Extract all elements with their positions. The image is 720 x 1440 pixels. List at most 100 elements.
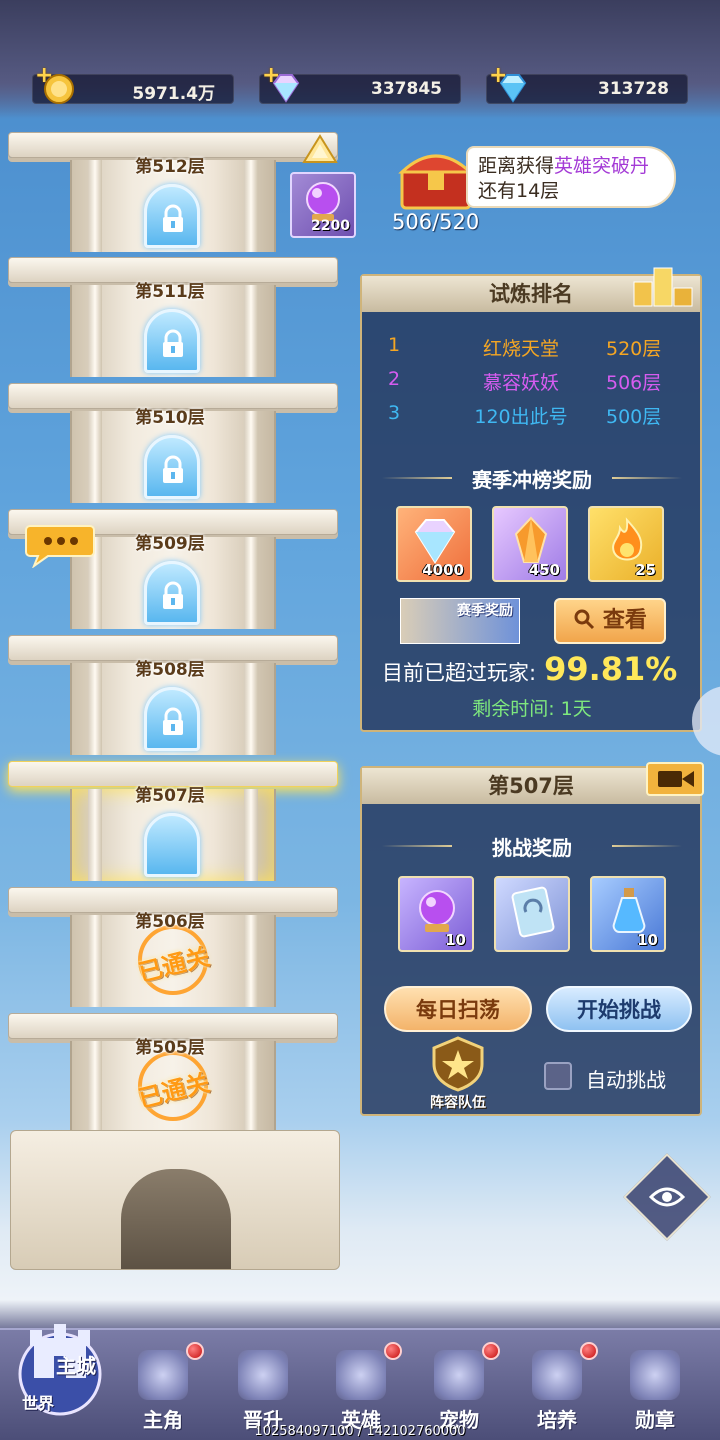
tower-base: [10, 1130, 340, 1270]
trial-tower: 第512层 第511层 第510层 第509层 第508层 第507层 已通关 …: [0, 110, 350, 1270]
treasure-chest-icon[interactable]: [398, 146, 474, 212]
ranking-row[interactable]: 3 120出此号 500层: [362, 396, 702, 430]
rainbow-diamond-icon: [272, 74, 300, 103]
team-lineup-button[interactable]: 阵容队伍: [418, 1036, 498, 1111]
rank-number: 2: [388, 368, 401, 390]
floor-label: 第511层: [135, 282, 205, 302]
tower-floor-508[interactable]: 第508层: [0, 629, 350, 755]
tower-floor-507[interactable]: 第507层: [0, 755, 350, 881]
video-camera-icon: [658, 771, 694, 787]
notification-badge: [580, 1342, 598, 1360]
item-count: 450: [528, 561, 560, 579]
floor-reward-chip[interactable]: 2200: [290, 172, 356, 238]
footer-ids: 102584097100 / 142102760000: [254, 1424, 466, 1439]
podium-icon[interactable]: [632, 264, 694, 308]
lock-icon: [163, 581, 183, 609]
floor-reward-count: 2200: [311, 218, 350, 234]
ranking-row[interactable]: 1 红烧天堂 520层: [362, 328, 702, 362]
tower-gate: [121, 1169, 231, 1269]
eye-emblem-icon: [648, 1187, 686, 1207]
daily-sweep-button[interactable]: 每日扫荡: [384, 986, 532, 1032]
season-reward-title: 赛季冲榜奖励: [362, 464, 702, 493]
search-icon: [574, 609, 595, 630]
medal-wreath-icon: [630, 1350, 680, 1400]
hero-profile-icon: [138, 1350, 188, 1400]
rank-player-name: 红烧天堂: [482, 338, 559, 360]
skill-card-icon: [511, 886, 555, 938]
lock-icon: [163, 455, 183, 483]
season-reward-thumbnail[interactable]: 赛季奖励: [400, 598, 520, 644]
rank-player-name: 慕容妖妖: [482, 372, 559, 394]
notification-badge: [384, 1342, 402, 1360]
lock-icon: [163, 329, 183, 357]
item-count: 10: [445, 931, 466, 949]
purple-orb-icon: [419, 890, 455, 932]
floor-label: 第509层: [135, 534, 205, 554]
tower-floor-506[interactable]: 已通关 第506层: [0, 881, 350, 1007]
season-reward-item[interactable]: 4000: [396, 506, 472, 582]
potion-bottle-icon: [612, 888, 646, 933]
floor-label: 第510层: [135, 408, 205, 428]
rank-level: 500层: [606, 406, 662, 428]
challenge-reward-item[interactable]: 10: [398, 876, 474, 952]
gold-value: 5971.4万: [132, 84, 215, 104]
surpass-label: 目前已超过玩家:: [382, 661, 537, 685]
view-button[interactable]: 查看: [554, 598, 666, 644]
replay-video-button[interactable]: [646, 762, 704, 796]
lock-icon: [163, 204, 183, 232]
lock-icon: [163, 707, 183, 735]
map-switch-button[interactable]: [623, 1153, 711, 1241]
chest-tip-prefix: 距离获得: [478, 155, 555, 177]
ranking-row[interactable]: 2 慕容妖妖 506层: [362, 362, 702, 396]
rank-level: 520层: [606, 338, 662, 360]
chest-progress: 506/520: [392, 210, 480, 234]
floor-label: 第505层: [135, 1038, 205, 1058]
view-button-label: 查看: [602, 608, 647, 633]
rank-level: 506层: [606, 372, 662, 394]
item-count: 4000: [422, 561, 464, 579]
rank-number: 1: [388, 334, 401, 356]
auto-challenge-label: 自动挑战: [586, 1068, 666, 1092]
notification-badge: [186, 1342, 204, 1360]
chest-tip-item: 英雄突破丹: [554, 155, 650, 177]
auto-challenge-checkbox[interactable]: [544, 1062, 572, 1090]
challenge-reward-item[interactable]: 10: [590, 876, 666, 952]
surpass-value: 99.81%: [544, 650, 678, 688]
tower-floor-511[interactable]: 第511层: [0, 251, 350, 377]
world-label: 世界: [22, 1394, 55, 1413]
blue-diamond-value: 313728: [598, 79, 669, 99]
blue-diamond-resource[interactable]: + 313728: [486, 63, 688, 104]
floor-door: [144, 813, 200, 877]
floor-label: 第512层: [135, 157, 205, 177]
season-reward-item[interactable]: 25: [588, 506, 664, 582]
rank-triangle-icon: [302, 134, 338, 163]
chat-bubble-icon[interactable]: [24, 522, 96, 568]
floor-label: 第507层: [135, 786, 205, 806]
blue-diamond-icon: [499, 74, 527, 103]
season-reward-item[interactable]: 450: [492, 506, 568, 582]
season-thumb-label: 赛季奖励: [457, 603, 513, 619]
chest-tooltip: 距离获得英雄突破丹还有14层: [466, 146, 676, 208]
rainbow-diamond-icon: [414, 519, 456, 564]
amber-crystal-icon: [514, 516, 548, 563]
floor-detail-panel: 第507层 挑战奖励 10 10 每日扫荡 开始挑战 阵容队伍 自动挑战: [360, 762, 704, 1116]
beast-head-icon: [434, 1350, 484, 1400]
gold-coin-icon: [44, 74, 74, 104]
flame-essence-icon: [612, 517, 643, 561]
surpass-stat: 目前已超过玩家: 99.81%: [382, 650, 677, 688]
start-challenge-button[interactable]: 开始挑战: [546, 986, 692, 1032]
home-city-button[interactable]: 主城 世界: [10, 1312, 110, 1422]
challenge-reward-item[interactable]: [494, 876, 570, 952]
tower-floor-505[interactable]: 已通关 第505层: [0, 1007, 350, 1133]
laurel-crest-icon: [238, 1350, 288, 1400]
item-count: 25: [635, 561, 656, 579]
item-count: 10: [637, 931, 658, 949]
rank-number: 3: [388, 402, 401, 424]
tower-floor-510[interactable]: 第510层: [0, 377, 350, 503]
team-lineup-label: 阵容队伍: [430, 1095, 486, 1111]
gold-resource[interactable]: + 5971.4万: [32, 63, 234, 104]
ranking-panel: 试炼排名 1 红烧天堂 520层 2 慕容妖妖 506层 3 120出此号 50…: [360, 267, 702, 732]
floor-label: 第508层: [135, 660, 205, 680]
rainbow-diamond-resource[interactable]: + 337845: [259, 63, 461, 104]
shield-star-icon: [432, 1036, 484, 1092]
